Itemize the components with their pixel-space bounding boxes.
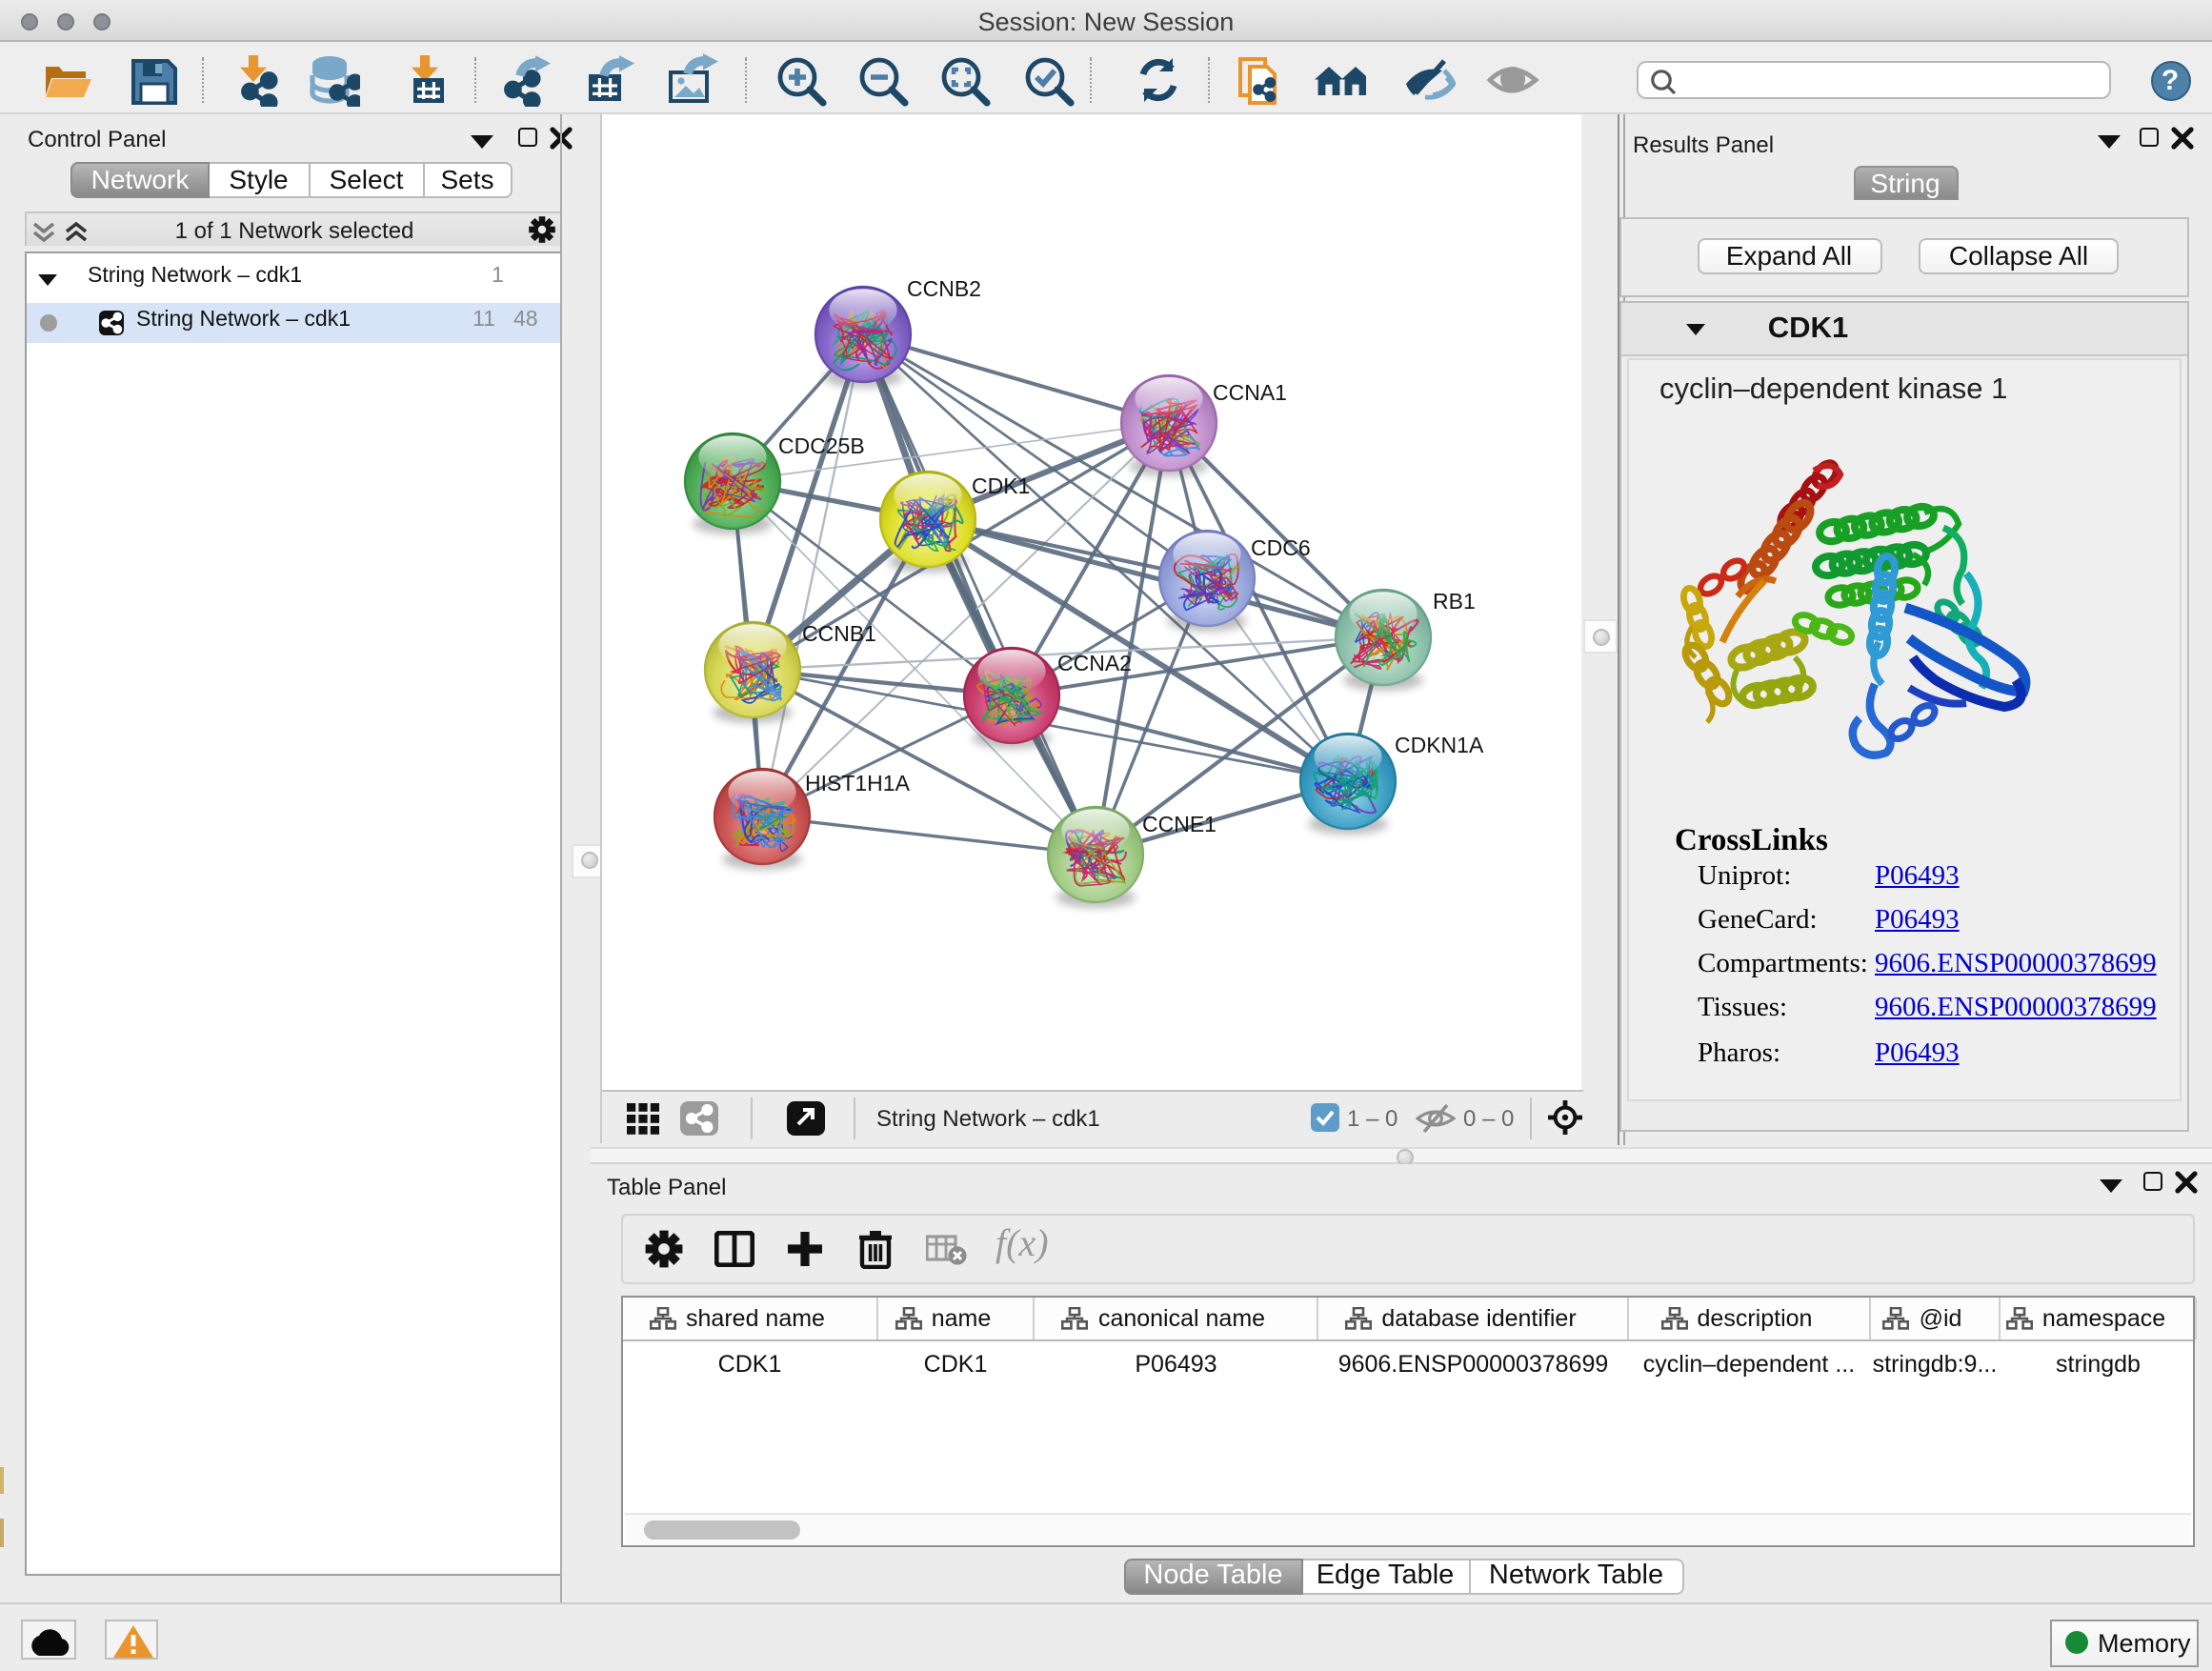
svg-text:RB1: RB1 (1433, 589, 1476, 614)
svg-text:CCNB2: CCNB2 (907, 276, 981, 301)
svg-text:HIST1H1A: HIST1H1A (805, 771, 911, 795)
svg-text:CDKN1A: CDKN1A (1395, 733, 1484, 757)
svg-text:CCNA2: CCNA2 (1057, 651, 1132, 675)
svg-text:CDC25B: CDC25B (778, 433, 865, 458)
svg-text:CCNA1: CCNA1 (1213, 380, 1287, 405)
svg-text:CCNB1: CCNB1 (802, 621, 876, 646)
svg-text:CDK1: CDK1 (972, 473, 1030, 498)
svg-text:CDC6: CDC6 (1251, 535, 1311, 560)
svg-text:CCNE1: CCNE1 (1142, 812, 1217, 836)
